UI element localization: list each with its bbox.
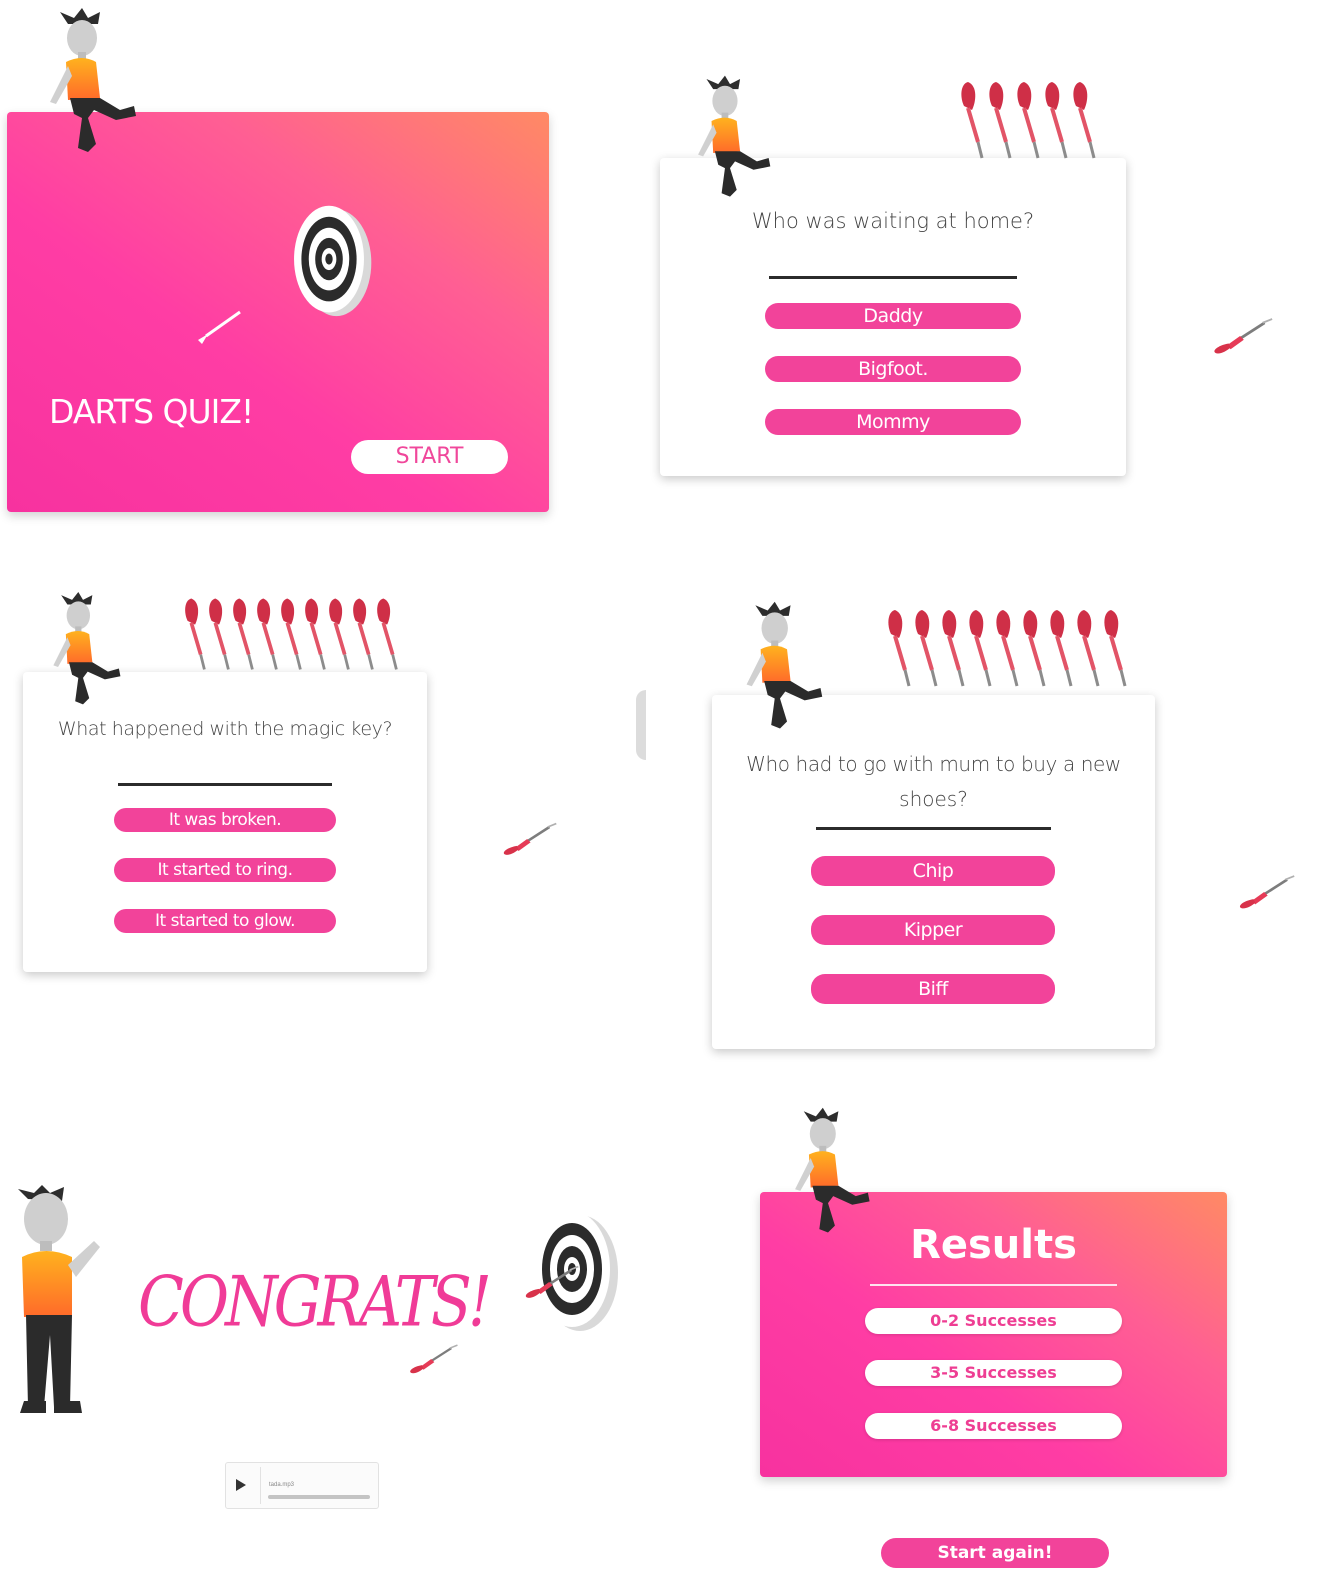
dartboard-icon [283, 200, 375, 320]
intro-title: DARTS QUIZ! [49, 392, 254, 431]
answer-button[interactable]: It started to glow. [114, 909, 336, 933]
dart-icon [1208, 316, 1274, 356]
question3-text-line2: shoes? [899, 787, 968, 811]
answer-button[interactable]: It was broken. [114, 808, 336, 832]
dart-icon [1074, 606, 1104, 690]
dart-icon [1014, 80, 1044, 160]
cartoon-character-icon [38, 6, 138, 156]
question1-text: Who was waiting at home? [751, 209, 1035, 233]
dart-icon [1234, 872, 1296, 912]
dartboard-edge [636, 690, 646, 760]
dart-icon [498, 820, 558, 858]
dart-icon [912, 606, 942, 690]
answer-button[interactable]: Chip [811, 856, 1055, 886]
question2-card: What happened with the magic key? It was… [23, 672, 427, 972]
cartoon-character-icon [736, 600, 824, 732]
question1-divider [769, 276, 1017, 279]
dart-counter [182, 596, 418, 676]
result-range-button[interactable]: 6-8 Successes [865, 1413, 1122, 1439]
dart-icon [1070, 80, 1100, 160]
question2-divider [118, 783, 332, 786]
answer-button[interactable]: Daddy [765, 303, 1021, 329]
cartoon-character-icon [784, 1106, 872, 1236]
question3-text-line1: Who had to go with mum to buy a new [746, 752, 1121, 776]
answer-button[interactable]: It started to ring. [114, 858, 336, 882]
answer-button[interactable]: Bigfoot. [765, 356, 1021, 382]
dart-icon [520, 1262, 580, 1302]
dart-icon [939, 606, 969, 690]
dart-icon [405, 1340, 459, 1378]
question3-divider [816, 827, 1051, 830]
dart-icon [1047, 606, 1077, 690]
audio-filename: tada.mp3 [269, 1482, 295, 1488]
dart-icon [958, 80, 988, 160]
question1-card: Who was waiting at home? Daddy Bigfoot. … [660, 158, 1126, 476]
start-again-button[interactable]: Start again! [881, 1538, 1109, 1568]
results-divider [870, 1284, 1117, 1286]
dart-icon [966, 606, 996, 690]
dart-counter [958, 80, 1118, 160]
cartoon-character-icon [688, 74, 772, 200]
dart-icon [374, 596, 402, 672]
audio-progress-bar[interactable] [268, 1495, 370, 1499]
answer-button[interactable]: Kipper [811, 915, 1055, 945]
audio-player: tada.mp3 [225, 1462, 379, 1509]
result-range-button[interactable]: 3-5 Successes [865, 1360, 1122, 1386]
cartoon-character-icon [18, 1185, 100, 1413]
play-icon[interactable] [236, 1479, 246, 1491]
dart-icon [993, 606, 1023, 690]
start-button[interactable]: START [351, 440, 508, 474]
answer-button[interactable]: Biff [811, 974, 1055, 1004]
dart-icon [1042, 80, 1072, 160]
dart-counter [885, 606, 1145, 696]
dart-icon [986, 80, 1016, 160]
result-range-button[interactable]: 0-2 Successes [865, 1308, 1122, 1334]
congrats-title: CONGRATS! [138, 1262, 492, 1343]
dart-icon [885, 606, 915, 690]
audio-divider [260, 1467, 261, 1504]
dart-icon [1101, 606, 1131, 690]
quiz-screens-collage: DARTS QUIZ! START Who was waiting at hom… [0, 0, 1317, 1587]
dart-icon [198, 310, 241, 344]
answer-button[interactable]: Mommy [765, 409, 1021, 435]
question2-text: What happened with the magic key? [57, 718, 393, 740]
cartoon-character-icon [44, 590, 122, 708]
question3-card: Who had to go with mum to buy a new shoe… [712, 695, 1155, 1049]
dart-icon [1020, 606, 1050, 690]
